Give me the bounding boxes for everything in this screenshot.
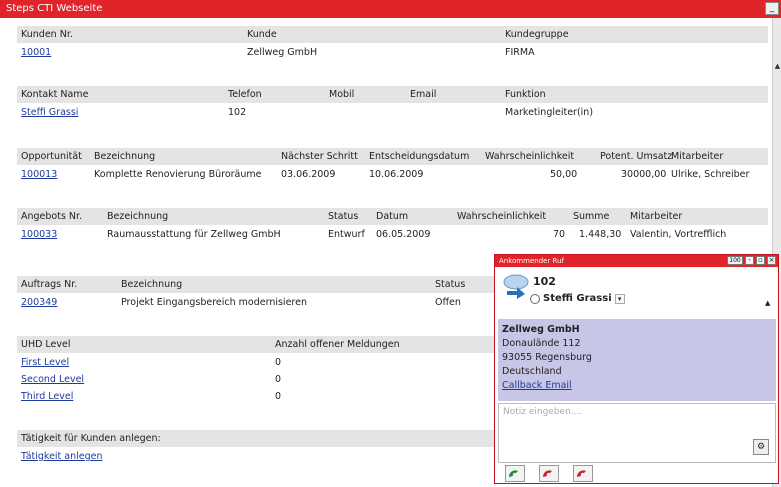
caller-row: Steffi Grassi ▾: [530, 293, 625, 304]
phone-red-icon: [577, 470, 586, 477]
contact-function: Marketingleiter(in): [505, 107, 594, 118]
order-nr-link[interactable]: 200349: [21, 297, 57, 308]
col-customer-nr: Kunden Nr.: [21, 29, 73, 40]
col-opportunity: Opportunität: [21, 151, 82, 162]
col-offer-staff: Mitarbeiter: [630, 211, 683, 222]
incoming-call-icon: [503, 274, 529, 299]
caller-city: 93055 Regensburg: [502, 352, 592, 363]
col-opp-desc: Bezeichnung: [94, 151, 156, 162]
settings-icon[interactable]: ⚙: [753, 439, 769, 455]
contact-header: Kontakt Name Telefon Mobil Email Funktio…: [17, 86, 768, 103]
caller-street: Donaulände 112: [502, 338, 581, 349]
callback-email-link[interactable]: Callback Email: [502, 379, 772, 393]
col-offer-sum: Summe: [573, 211, 610, 222]
popup-title: Ankommender Ruf: [499, 257, 564, 265]
col-order-nr: Auftrags Nr.: [21, 279, 78, 290]
uhd-count: 0: [275, 391, 282, 402]
caller-radio[interactable]: [530, 293, 540, 304]
col-open-count: Anzahl offener Meldungen: [275, 339, 400, 350]
col-offer-desc: Bezeichnung: [107, 211, 169, 222]
offer-staff: Valentin, Vortrefflich: [630, 229, 727, 240]
caller-country: Deutschland: [502, 366, 562, 377]
uhd-count: 0: [275, 357, 282, 368]
col-offer-prob: Wahrscheinlichkeit: [457, 211, 547, 222]
minimize-button[interactable]: _: [765, 2, 779, 15]
opportunity-desc: Komplette Renovierung Büroräume: [94, 169, 262, 180]
scroll-up-icon[interactable]: ▲: [773, 62, 781, 70]
col-contact-name: Kontakt Name: [21, 89, 89, 100]
caller-number: 102: [533, 275, 556, 288]
col-phone: Telefon: [228, 89, 262, 100]
order-status: Offen: [435, 297, 461, 308]
col-function: Funktion: [505, 89, 546, 100]
chevron-down-icon[interactable]: ▾: [614, 293, 625, 304]
offer-date: 06.05.2009: [376, 229, 431, 240]
offer-nr-link[interactable]: 100033: [21, 229, 57, 240]
col-offer-date: Datum: [376, 211, 409, 222]
contact-phone: 102: [228, 107, 247, 118]
contact-name-link[interactable]: Steffi Grassi: [21, 107, 78, 118]
opportunity-prob: 50,00: [550, 169, 578, 180]
opportunity-revenue: 30000,00: [621, 169, 667, 180]
phone-red-icon: [543, 470, 552, 477]
col-offer-status: Status: [328, 211, 359, 222]
popup-counter: 100: [727, 256, 743, 265]
caller-info: Zellweg GmbH Donaulände 112 93055 Regens…: [498, 319, 776, 401]
hangup-call-button[interactable]: [573, 465, 593, 482]
reject-call-button[interactable]: [539, 465, 559, 482]
col-email: Email: [410, 89, 437, 100]
uhd-count: 0: [275, 374, 282, 385]
offer-desc: Raumausstattung für Zellweg GmbH: [107, 229, 281, 240]
col-customer-group: Kundegruppe: [505, 29, 569, 40]
offer-status: Entwurf: [328, 229, 365, 240]
col-opp-prob: Wahrscheinlichkeit: [485, 151, 575, 162]
col-customer: Kunde: [247, 29, 277, 40]
answer-call-button[interactable]: [505, 465, 525, 482]
create-activity-link[interactable]: Tätigkeit anlegen: [21, 451, 103, 462]
order-desc: Projekt Eingangsbereich modernisieren: [121, 297, 307, 308]
popup-scroll-up-icon[interactable]: ▲: [765, 299, 770, 307]
activity-header-label: Tätigkeit für Kunden anlegen:: [21, 433, 161, 444]
popup-restore-icon[interactable]: ▫: [756, 256, 765, 265]
opportunity-header: Opportunität Bezeichnung Nächster Schrit…: [17, 148, 768, 165]
customer-group: FIRMA: [505, 47, 535, 58]
opportunity-staff: Ulrike, Schreiber: [671, 169, 750, 180]
popup-minimize-icon[interactable]: -: [745, 256, 754, 265]
uhd-level-link[interactable]: Third Level: [21, 391, 73, 402]
window-titlebar: Steps CTI Webseite _: [0, 0, 781, 18]
phone-green-icon: [509, 470, 518, 477]
note-input[interactable]: Notiz eingeben....: [498, 403, 776, 463]
offer-sum: 1.448,30: [579, 229, 622, 240]
uhd-level-link[interactable]: First Level: [21, 357, 69, 368]
caller-company: Zellweg GmbH: [502, 324, 580, 335]
opportunity-nr-link[interactable]: 100013: [21, 169, 57, 180]
customer-nr-link[interactable]: 10001: [21, 47, 51, 58]
customer-header: Kunden Nr. Kunde Kundegruppe: [17, 26, 768, 43]
col-revenue: Potent. Umsatz: [600, 151, 673, 162]
popup-close-icon[interactable]: ×: [767, 256, 776, 265]
opportunity-next: 03.06.2009: [281, 169, 336, 180]
offer-prob: 70: [553, 229, 566, 240]
col-decision-date: Entscheidungsdatum: [369, 151, 470, 162]
offer-header: Angebots Nr. Bezeichnung Status Datum Wa…: [17, 208, 768, 225]
col-offer-nr: Angebots Nr.: [21, 211, 83, 222]
caller-name: Steffi Grassi: [543, 293, 612, 304]
col-next-step: Nächster Schritt: [281, 151, 358, 162]
col-uhd-level: UHD Level: [21, 339, 71, 350]
col-order-status: Status: [435, 279, 466, 290]
col-order-desc: Bezeichnung: [121, 279, 183, 290]
window-title: Steps CTI Webseite: [6, 3, 103, 14]
opportunity-decision: 10.06.2009: [369, 169, 424, 180]
note-placeholder: Notiz eingeben....: [503, 407, 583, 417]
col-opp-staff: Mitarbeiter: [671, 151, 724, 162]
customer-name: Zellweg GmbH: [247, 47, 318, 58]
incoming-call-popup: Ankommender Ruf 100 - ▫ × 102 Steffi Gra…: [494, 254, 779, 484]
popup-titlebar: Ankommender Ruf 100 - ▫ ×: [495, 255, 778, 267]
col-mobile: Mobil: [329, 89, 355, 100]
uhd-level-link[interactable]: Second Level: [21, 374, 84, 385]
